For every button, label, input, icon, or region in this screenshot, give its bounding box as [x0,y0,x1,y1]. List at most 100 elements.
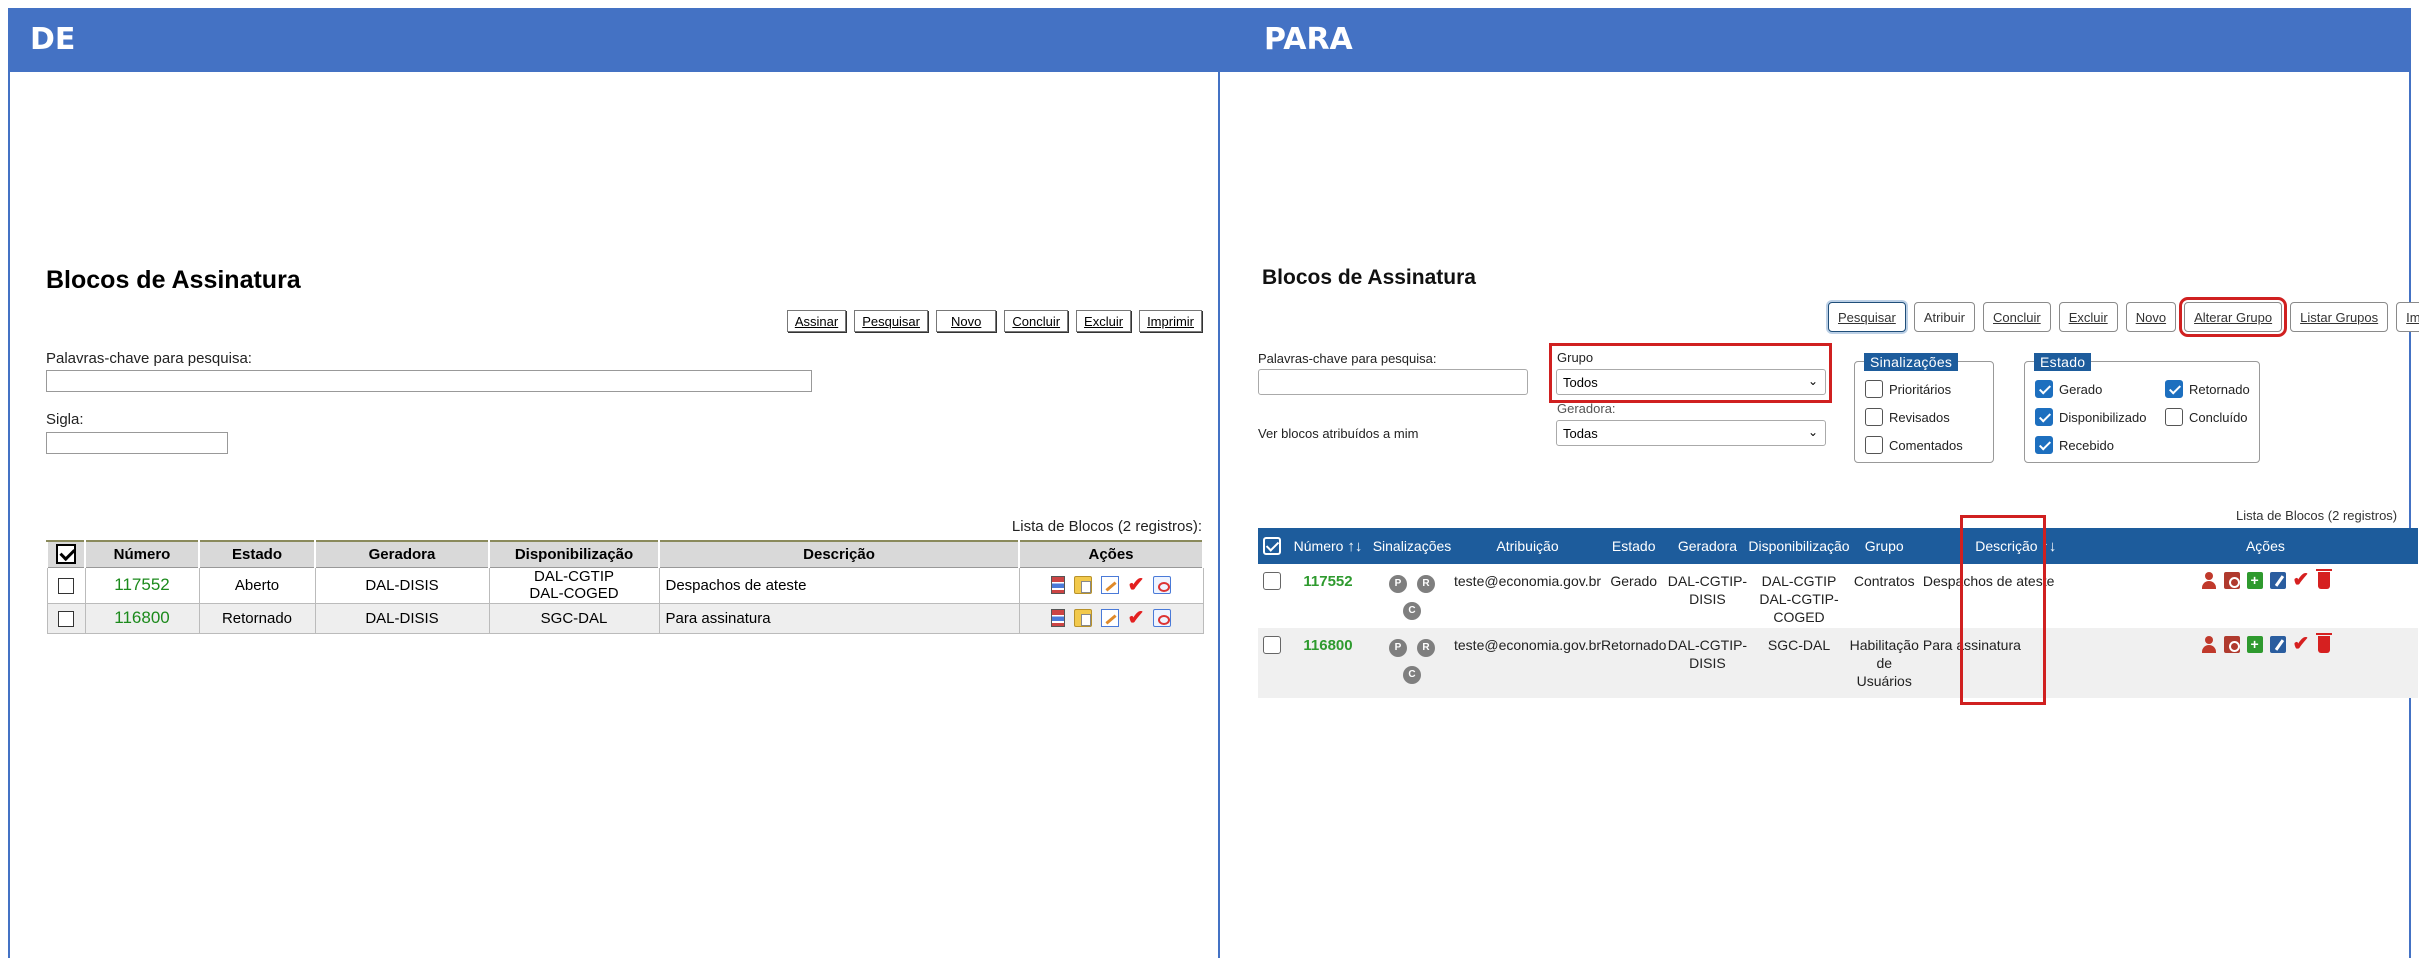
row-checkbox[interactable] [1263,572,1281,590]
sigla-input[interactable] [46,432,228,454]
row-checkbox[interactable] [58,577,74,594]
imprimir-button[interactable]: Imprimir [2396,302,2419,332]
concluir-button[interactable]: Concluir [1983,302,2051,332]
alterar-grupo-button[interactable]: Alterar Grupo [2179,297,2288,337]
excluir-button[interactable]: Excluir [2058,302,2118,332]
row-checkbox[interactable] [58,610,74,627]
grupo-cell: Habilitação de Usuários [1849,628,1919,698]
recebido-checkbox[interactable] [2035,436,2053,454]
listar-grupos-button[interactable]: Listar Grupos [2290,302,2389,332]
gerado-checkbox[interactable] [2035,380,2053,398]
select-all-checkbox[interactable] [56,544,76,565]
prioritarios-checkbox[interactable] [1865,380,1883,398]
novo-button[interactable]: Novo [2125,302,2177,332]
revisados-checkbox[interactable] [1865,408,1883,426]
commented-badge[interactable]: C [1403,666,1421,684]
disponibilizado-option[interactable]: Disponibilizado [2035,408,2146,426]
geradora-select[interactable]: Todas ⌄ [1556,420,1826,446]
sinalizacoes-cell: PR C [1370,564,1454,628]
edit-icon[interactable] [1100,576,1119,594]
revisados-option[interactable]: Revisados [1865,408,1950,426]
retornado-option[interactable]: Retornado [2165,380,2250,398]
assinar-button[interactable]: Assinar [786,310,847,332]
gerado-option[interactable]: Gerado [2035,380,2102,398]
sign-icon[interactable] [2269,636,2286,653]
search-document-icon[interactable] [2223,636,2240,653]
option-label: Comentados [1889,437,1963,453]
option-label: Prioritários [1889,381,1952,397]
column-header[interactable]: Disponibilização [488,540,660,568]
column-header[interactable]: Descrição [658,540,1020,568]
disponibilizado-checkbox[interactable] [2035,408,2053,426]
trash-icon[interactable] [2316,633,2333,653]
disponibilizacao-line: DAL-COGED [529,585,619,602]
table-row: 117552 PR C teste@economia.gov.br Gerado… [1258,564,2418,628]
retornado-checkbox[interactable] [2165,380,2183,398]
estado-legend: Estado [2034,353,2092,371]
page-title: Blocos de Assinatura [1262,266,1476,289]
option-label: Revisados [1889,409,1950,425]
search-document-icon[interactable] [2223,572,2240,589]
table-caption: Lista de Blocos (2 registros): [1011,518,1202,535]
excluir-button[interactable]: Excluir [1076,310,1132,332]
folder-icon[interactable] [1073,576,1092,594]
revised-badge[interactable]: R [1417,639,1435,657]
priority-badge[interactable]: P [1389,575,1407,593]
table-row: 116800 PR C teste@economia.gov.br Retorn… [1258,628,2418,698]
sign-icon[interactable] [1153,576,1172,594]
documents-icon[interactable] [1050,576,1065,594]
de-panel: DE Blocos de Assinatura Assinar Pesquisa… [8,8,1220,958]
check-icon[interactable]: ✔ [2293,570,2310,590]
row-checkbox[interactable] [1263,636,1281,654]
column-header[interactable]: Número [84,540,200,568]
edit-icon[interactable] [1100,609,1119,627]
check-icon[interactable]: ✔ [1128,608,1145,628]
imprimir-button[interactable]: Imprimir [1139,310,1202,332]
revised-badge[interactable]: R [1417,575,1435,593]
keywords-input[interactable] [46,370,812,392]
pesquisar-button[interactable]: Pesquisar [1828,302,1906,332]
sort-icon[interactable]: ↑↓ [1347,538,1362,555]
commented-badge[interactable]: C [1403,602,1421,620]
column-header[interactable]: Número ↑↓ [1286,528,1370,564]
pesquisar-button[interactable]: Pesquisar [854,310,928,332]
column-header[interactable]: Geradora [314,540,490,568]
sign-icon[interactable] [2269,572,2286,589]
novo-button[interactable]: Novo [936,310,997,332]
check-icon[interactable]: ✔ [2293,634,2310,654]
descricao-cell: Para assinatura [658,602,1020,634]
add-document-icon[interactable] [2246,635,2263,653]
block-number-link[interactable]: 116800 [1303,637,1352,654]
select-all-checkbox[interactable] [1263,537,1281,556]
sinalizacoes-legend: Sinalizações [1864,353,1959,371]
sign-icon[interactable] [1153,609,1172,627]
block-number-link[interactable]: 116800 [114,608,169,627]
block-number-link[interactable]: 117552 [1303,573,1352,590]
concluido-option[interactable]: Concluído [2165,408,2248,426]
para-panel-header: PARA [1220,8,2409,72]
geradora-cell: DAL-DISIS [314,566,490,604]
atribuir-button[interactable]: Atribuir [1913,302,1975,332]
grupo-select[interactable]: Todos ⌄ [1556,369,1826,395]
check-icon[interactable]: ✔ [1128,575,1145,595]
concluir-button[interactable]: Concluir [1004,310,1069,332]
recebido-option[interactable]: Recebido [2035,436,2114,454]
assigned-to-me-label[interactable]: Ver blocos atribuídos a mim [1258,426,1418,441]
priority-badge[interactable]: P [1389,639,1407,657]
add-document-icon[interactable] [2246,571,2263,589]
comentados-option[interactable]: Comentados [1865,436,1963,454]
comentados-checkbox[interactable] [1865,436,1883,454]
estado-cell: Retornado [1601,628,1667,698]
column-header[interactable]: Estado [198,540,316,568]
person-icon[interactable] [2201,636,2217,653]
folder-icon[interactable] [1073,609,1092,627]
disponibilizacao-line: DAL-CGTIP- [1759,591,1839,607]
concluido-checkbox[interactable] [2165,408,2183,426]
keywords-label: Palavras-chave para pesquisa: [46,350,252,367]
trash-icon[interactable] [2316,569,2333,589]
documents-icon[interactable] [1050,609,1065,627]
block-number-link[interactable]: 117552 [114,575,169,594]
prioritarios-option[interactable]: Prioritários [1865,380,1951,398]
keywords-input[interactable] [1258,369,1528,395]
person-icon[interactable] [2201,572,2217,589]
